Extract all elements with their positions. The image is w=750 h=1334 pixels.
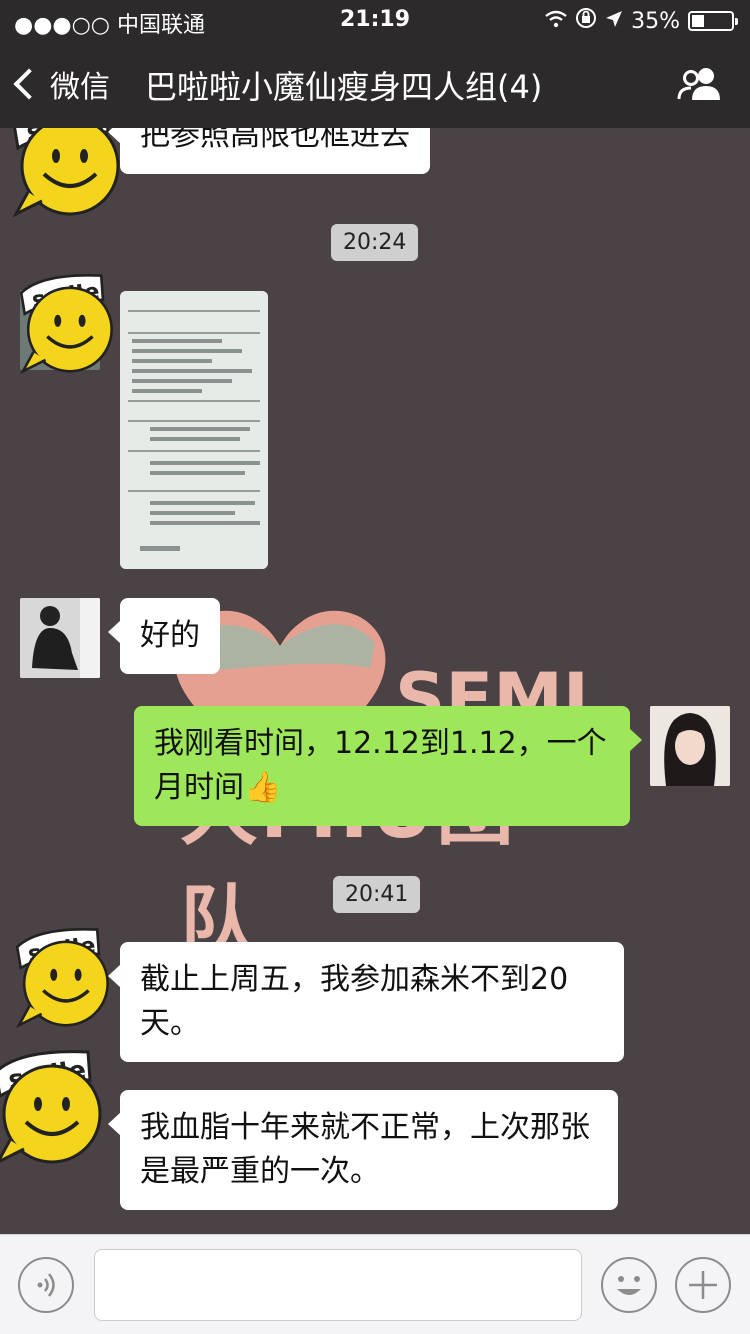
emoji-button[interactable]: [601, 1257, 657, 1313]
message-text: 把参照高限也框进去: [140, 128, 410, 153]
back-label: 微信: [50, 70, 110, 105]
avatar[interactable]: [20, 598, 100, 678]
timestamp: 20:24: [331, 224, 419, 261]
wifi-icon: [545, 9, 567, 34]
plus-icon: [689, 1271, 717, 1299]
sticker-avatar[interactable]: smile: [12, 922, 112, 1036]
message-text: 我血脂十年来就不正常，上次那张是最严重的一次。: [140, 1110, 590, 1189]
message-bubble[interactable]: 我血脂十年来就不正常，上次那张是最严重的一次。: [108, 1090, 618, 1210]
more-button[interactable]: [675, 1257, 731, 1313]
location-icon: [605, 9, 623, 34]
voice-button[interactable]: [18, 1257, 74, 1313]
chat-area[interactable]: SEMI 大MIU团队 smile 把参照高限也框进去 20:24 smile: [0, 128, 750, 1234]
input-bar: [0, 1234, 750, 1334]
message-text: 我刚看时间，12.12到1.12，一个月时间👍: [154, 726, 607, 805]
sticker-avatar[interactable]: smile: [16, 268, 116, 382]
nav-bar: 微信 巴啦啦小魔仙瘦身四人组(4): [0, 40, 750, 128]
message-bubble[interactable]: 好的: [108, 598, 220, 674]
sticker-avatar[interactable]: smile: [0, 1044, 105, 1173]
message-bubble[interactable]: 截止上周五，我参加森米不到20天。: [108, 942, 624, 1062]
message-bubble[interactable]: 把参照高限也框进去: [108, 128, 430, 174]
battery-percent: 35%: [631, 8, 680, 34]
my-avatar[interactable]: [650, 706, 730, 786]
timestamp: 20:41: [333, 876, 421, 913]
back-chevron-icon: [13, 68, 45, 100]
back-button[interactable]: 微信: [13, 62, 110, 106]
message-input[interactable]: [94, 1249, 582, 1321]
message-text: 截止上周五，我参加森米不到20天。: [140, 962, 569, 1041]
status-bar: ●●●○○ 中国联通 21:19 35%: [0, 0, 750, 40]
image-message-lab-report[interactable]: [120, 291, 268, 569]
message-bubble-outgoing[interactable]: 我刚看时间，12.12到1.12，一个月时间👍: [134, 706, 642, 826]
voice-icon: [37, 1273, 55, 1297]
group-members-icon[interactable]: [676, 66, 724, 102]
message-text: 好的: [140, 618, 200, 653]
status-right: 35%: [545, 7, 738, 35]
emoji-icon: [617, 1276, 641, 1295]
chat-title: 巴啦啦小魔仙瘦身四人组(4): [145, 68, 543, 106]
sticker-avatar[interactable]: smile: [8, 128, 123, 225]
battery-icon: [688, 11, 738, 31]
orientation-lock-icon: [575, 7, 597, 35]
